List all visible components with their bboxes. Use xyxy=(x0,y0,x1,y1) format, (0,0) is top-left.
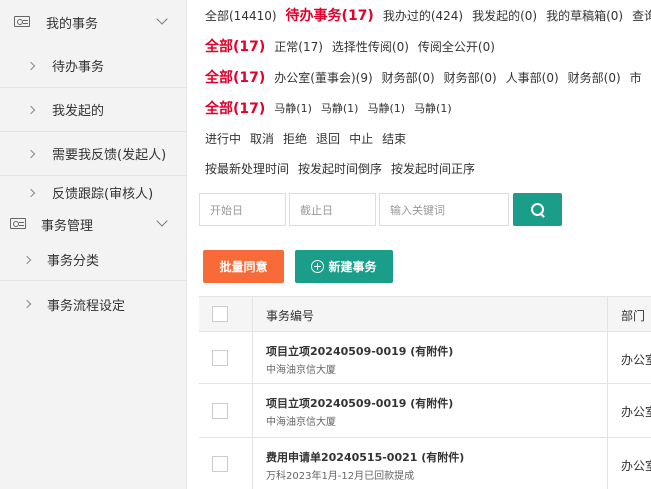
sidebar: 我的事务 待办事务 我发起的 需要我反馈(发起人) 反馈跟踪(审核人) 事务管理… xyxy=(0,0,187,489)
filter-dept[interactable]: 财务部(0) xyxy=(568,69,621,86)
new-affair-label: 新建事务 xyxy=(328,260,377,274)
sidebar-item-pending[interactable]: 待办事务 xyxy=(0,44,186,88)
start-date-input[interactable]: 开始日 xyxy=(199,193,286,226)
sidebar-item-feedback-needed[interactable]: 需要我反馈(发起人) xyxy=(0,132,186,176)
filter-status[interactable]: 取消 xyxy=(250,130,274,147)
sidebar-group-affairs-management[interactable]: 事务管理 xyxy=(0,209,186,239)
chevron-right-icon xyxy=(26,149,36,158)
table-header: 事务编号 部门 xyxy=(199,297,651,332)
filter-selective-circulation[interactable]: 选择性传阅(0) xyxy=(332,38,409,55)
row-checkbox[interactable] xyxy=(212,349,228,366)
filter-status[interactable]: 进行中 xyxy=(205,130,241,147)
header-affair-no: 事务编号 xyxy=(266,309,315,323)
row-checkbox[interactable] xyxy=(212,455,228,472)
sidebar-item-categories[interactable]: 事务分类 xyxy=(0,239,186,281)
sidebar-item-label: 事务分类 xyxy=(47,254,100,269)
sort-option[interactable]: 按发起时间正序 xyxy=(391,160,475,177)
sort-option[interactable]: 按最新处理时间 xyxy=(205,160,289,177)
sidebar-group-label: 我的事务 xyxy=(46,16,99,32)
sidebar-item-label: 反馈跟踪(审核人) xyxy=(52,187,154,202)
chevron-down-icon[interactable] xyxy=(156,13,168,25)
filter-drafts[interactable]: 我的草稿箱(0) xyxy=(546,7,623,24)
sidebar-item-initiated[interactable]: 我发起的 xyxy=(0,88,186,132)
filter-public-circulation[interactable]: 传阅全公开(0) xyxy=(418,38,495,55)
affair-department: 办公室 xyxy=(621,405,651,419)
filter-all-selected[interactable]: 全部(17) xyxy=(205,36,265,56)
filter-status[interactable]: 中止 xyxy=(349,130,373,147)
chevron-right-icon xyxy=(22,299,32,309)
affair-title[interactable]: 费用申请单20240515-0021 (有附件) xyxy=(266,449,464,465)
filter-row-status: 进行中 取消 拒绝 退回 中止 结束 xyxy=(205,128,415,148)
filter-query[interactable]: 查询 xyxy=(632,7,651,24)
chevron-right-icon xyxy=(26,188,36,197)
filter-handled[interactable]: 我办过的(424) xyxy=(383,7,463,24)
main-panel: 全部(14410) 待办事务(17) 我办过的(424) 我发起的(0) 我的草… xyxy=(188,0,651,489)
chevron-right-icon xyxy=(26,105,36,114)
chevron-down-icon[interactable] xyxy=(156,215,168,227)
sidebar-item-label: 需要我反馈(发起人) xyxy=(52,148,167,163)
filter-status[interactable]: 退回 xyxy=(316,130,340,147)
table-row[interactable]: 项目立项20240509-0019 (有附件) 中海油京信大厦 办公室 xyxy=(199,332,651,384)
filter-person[interactable]: 马静(1) xyxy=(274,100,312,116)
filter-person[interactable]: 马静(1) xyxy=(321,100,359,116)
affair-subtitle: 万科2023年1月-12月已回款提成 xyxy=(266,471,415,482)
batch-approve-button[interactable]: 批量同意 xyxy=(203,250,284,283)
filter-dept[interactable]: 办公室(董事会)(9) xyxy=(274,69,372,86)
search-icon xyxy=(530,202,545,217)
chevron-right-icon xyxy=(22,255,32,264)
filter-dept[interactable]: 财务部(0) xyxy=(444,69,497,86)
sidebar-item-workflow-settings[interactable]: 事务流程设定 xyxy=(0,281,186,327)
plus-circle-icon xyxy=(311,260,325,273)
row-checkbox[interactable] xyxy=(212,402,228,419)
filter-status[interactable]: 结束 xyxy=(382,130,406,147)
new-affair-button[interactable]: 新建事务 xyxy=(295,250,393,283)
filter-person[interactable]: 马静(1) xyxy=(414,100,452,116)
filter-pending[interactable]: 待办事务(17) xyxy=(286,5,374,25)
sidebar-item-label: 事务流程设定 xyxy=(47,298,126,314)
search-button[interactable] xyxy=(513,193,562,226)
affair-title[interactable]: 项目立项20240509-0019 (有附件) xyxy=(266,343,453,359)
filter-all-selected[interactable]: 全部(17) xyxy=(205,98,265,118)
sort-option[interactable]: 按发起时间倒序 xyxy=(298,160,382,177)
sidebar-item-label: 我发起的 xyxy=(52,104,105,119)
id-card-icon xyxy=(14,16,30,27)
sort-row: 按最新处理时间 按发起时间倒序 按发起时间正序 xyxy=(205,158,484,178)
filter-row-department: 全部(17) 办公室(董事会)(9) 财务部(0) 财务部(0) 人事部(0) … xyxy=(205,66,651,88)
header-department: 部门 xyxy=(621,309,646,323)
id-card-icon xyxy=(10,218,26,229)
filter-status[interactable]: 拒绝 xyxy=(283,130,307,147)
filter-row-circulation: 全部(17) 正常(17) 选择性传阅(0) 传阅全公开(0) xyxy=(205,35,504,57)
table-row[interactable]: 费用申请单20240515-0021 (有附件) 万科2023年1月-12月已回… xyxy=(199,438,651,489)
table-row[interactable]: 项目立项20240509-0019 (有附件) 中海油京信大厦 办公室 xyxy=(199,384,651,438)
sidebar-item-feedback-tracking[interactable]: 反馈跟踪(审核人) xyxy=(0,176,186,209)
filter-all[interactable]: 全部(14410) xyxy=(205,7,277,24)
end-date-input[interactable]: 截止日 xyxy=(289,193,376,226)
filter-dept[interactable]: 财务部(0) xyxy=(382,69,435,86)
filter-normal[interactable]: 正常(17) xyxy=(274,38,323,55)
filter-row-person: 全部(17) 马静(1) 马静(1) 马静(1) 马静(1) xyxy=(205,97,461,119)
filter-person[interactable]: 马静(1) xyxy=(367,100,405,116)
affair-department: 办公室 xyxy=(621,353,651,367)
chevron-right-icon xyxy=(26,61,36,70)
sidebar-item-label: 待办事务 xyxy=(52,60,105,75)
sidebar-group-label: 事务管理 xyxy=(41,218,94,234)
filter-row-view: 全部(14410) 待办事务(17) 我办过的(424) 我发起的(0) 我的草… xyxy=(205,5,651,25)
keyword-input[interactable]: 输入关键词 xyxy=(379,193,509,226)
affair-subtitle: 中海油京信大厦 xyxy=(266,365,336,376)
affair-department: 办公室 xyxy=(621,459,651,473)
filter-initiated[interactable]: 我发起的(0) xyxy=(472,7,537,24)
affair-title[interactable]: 项目立项20240509-0019 (有附件) xyxy=(266,395,453,411)
affair-subtitle: 中海油京信大厦 xyxy=(266,417,336,428)
filter-dept[interactable]: 人事部(0) xyxy=(506,69,559,86)
sidebar-group-my-affairs[interactable]: 我的事务 xyxy=(0,0,186,44)
select-all-checkbox[interactable] xyxy=(212,306,228,322)
affairs-table: 事务编号 部门 项目立项20240509-0019 (有附件) 中海油京信大厦 … xyxy=(199,296,651,489)
filter-all-selected[interactable]: 全部(17) xyxy=(205,67,265,87)
filter-dept[interactable]: 市 xyxy=(630,69,642,86)
